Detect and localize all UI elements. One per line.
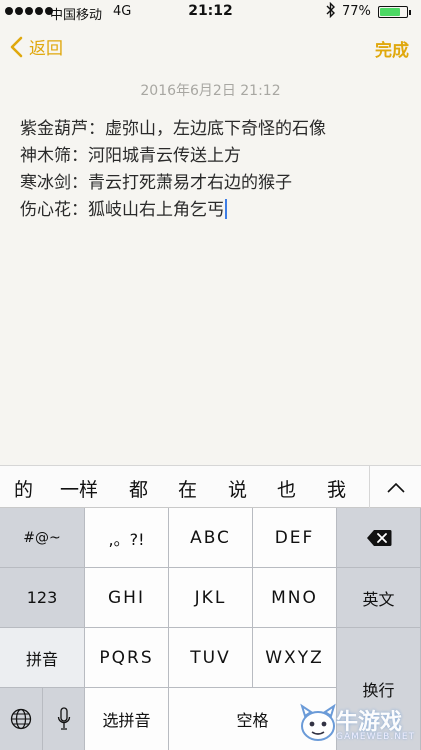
backspace-icon (366, 529, 391, 546)
back-button[interactable]: 返回 (10, 34, 63, 59)
candidate-word[interactable]: 也 (277, 475, 296, 502)
chevron-up-icon (386, 482, 405, 493)
candidate-word[interactable]: 都 (129, 475, 148, 502)
note-line: 神木筛：河阳城青云传送上方 (20, 146, 241, 166)
key-jkl[interactable]: JKL (169, 568, 253, 628)
key-english[interactable]: 英文 (337, 568, 421, 628)
battery-percent: 77% (342, 4, 371, 19)
candidate-bar: 的 一样 都 在 说 也 我 (0, 465, 421, 509)
key-abc[interactable]: ABC (169, 508, 253, 568)
battery-icon (378, 6, 411, 18)
candidate-word[interactable]: 我 (327, 475, 346, 502)
note-line: 紫金葫芦：虚弥山，左边底下奇怪的石像 (20, 119, 326, 139)
candidate-word[interactable]: 一样 (60, 475, 98, 502)
key-ghi[interactable]: GHI (85, 568, 169, 628)
expand-candidates-button[interactable] (369, 466, 421, 509)
note-date: 2016年6月2日 21:12 (140, 83, 281, 99)
globe-icon (10, 708, 32, 730)
candidate-word[interactable]: 的 (14, 475, 33, 502)
text-caret (225, 199, 227, 219)
key-wxyz[interactable]: WXYZ (253, 628, 337, 688)
microphone-icon (57, 707, 70, 730)
key-punctuation[interactable]: ,。?! (85, 508, 169, 568)
key-mno[interactable]: MNO (253, 568, 337, 628)
done-button[interactable]: 完成 (375, 36, 409, 61)
note-line: 寒冰剑：青云打死萧易才右边的猴子 (20, 173, 292, 193)
bluetooth-icon (326, 1, 336, 22)
status-bar: 中国移动 4G 21:12 77% (0, 0, 421, 24)
return-key[interactable]: 换行 (337, 628, 421, 750)
navigation-bar: 返回 完成 (0, 24, 421, 70)
chevron-left-icon (10, 36, 23, 57)
keyboard: #@~ ,。?! ABC DEF 123 GHI JKL MNO 英文 拼音 P… (0, 508, 421, 750)
key-pinyin[interactable]: 拼音 (0, 628, 85, 688)
note-body[interactable]: 紫金葫芦：虚弥山，左边底下奇怪的石像 神木筛：河阳城青云传送上方 寒冰剑：青云打… (20, 116, 326, 224)
space-key[interactable]: 空格 (169, 688, 337, 750)
candidate-word[interactable]: 说 (228, 475, 247, 502)
select-pinyin-key[interactable]: 选拼音 (85, 688, 169, 750)
battery-level-fill (380, 8, 401, 16)
dictation-key[interactable] (43, 688, 85, 750)
candidate-word[interactable]: 在 (178, 475, 197, 502)
key-def[interactable]: DEF (253, 508, 337, 568)
key-tuv[interactable]: TUV (169, 628, 253, 688)
delete-key[interactable] (337, 508, 421, 568)
key-symbols[interactable]: #@~ (0, 508, 85, 568)
key-pqrs[interactable]: PQRS (85, 628, 169, 688)
globe-key[interactable] (0, 688, 43, 750)
key-numbers[interactable]: 123 (0, 568, 85, 628)
note-line: 伤心花：狐岐山右上角乞丐 (20, 197, 326, 224)
back-button-label: 返回 (29, 39, 63, 59)
